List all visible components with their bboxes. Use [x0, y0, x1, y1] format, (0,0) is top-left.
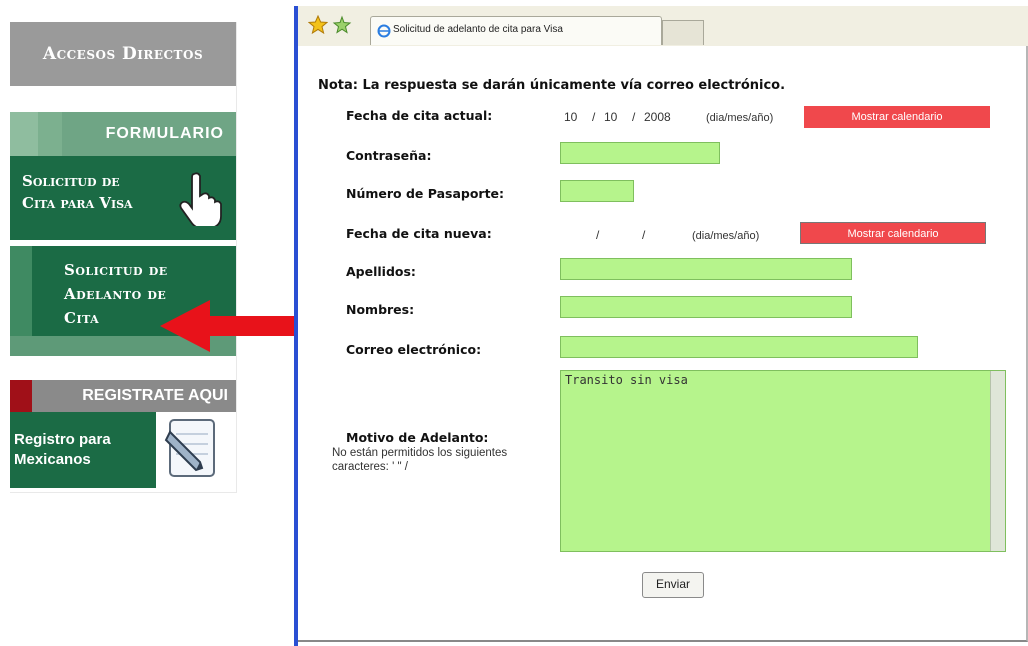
adelanto-line2: Adelanto de	[64, 285, 167, 303]
fecha-actual-sep2: /	[632, 110, 636, 124]
mostrar-calendario-nueva-button[interactable]: Mostrar calendario	[800, 222, 986, 244]
enviar-button[interactable]: Enviar	[642, 572, 704, 598]
registro-text: Registro para Mexicanos	[14, 430, 111, 470]
motivo-note: No están permitidos los siguientes carac…	[332, 447, 508, 473]
accesos-directos-title: Accesos Directos	[10, 22, 236, 86]
formulario-header: FORMULARIO	[10, 112, 236, 156]
header-stripe-2	[38, 112, 62, 156]
pasaporte-field[interactable]	[560, 180, 634, 202]
ie-page-icon	[377, 24, 391, 38]
contrasena-label: Contraseña:	[346, 148, 432, 163]
correo-label: Correo electrónico:	[346, 342, 482, 357]
solicitud-cita-visa-button[interactable]: Solicitud de Cita para Visa	[10, 156, 236, 240]
fecha-actual-sep1: /	[592, 110, 596, 124]
new-tab-button[interactable]	[662, 20, 704, 45]
fecha-actual-format: (dia/mes/año)	[706, 112, 774, 124]
formulario-visa-link[interactable]: FORMULARIO Solicitud de Cita para Visa	[10, 112, 236, 240]
fecha-actual-day[interactable]: 10	[564, 110, 577, 124]
solicitud-cita-line2: Cita para Visa	[22, 194, 133, 212]
apellidos-label: Apellidos:	[346, 264, 416, 279]
registrate-red-mark	[10, 380, 32, 412]
header-stripe	[10, 112, 38, 156]
correo-field[interactable]	[560, 336, 918, 358]
fecha-nueva-sep1: /	[596, 228, 600, 242]
registro-mexicanos-button[interactable]: Registro para Mexicanos	[10, 412, 156, 488]
tab-solicitud-adelanto[interactable]: Solicitud de adelanto de cita para Visa	[370, 16, 662, 45]
add-favorites-icon[interactable]	[332, 15, 352, 35]
fecha-nueva-format: (dia/mes/año)	[692, 230, 760, 242]
fecha-actual-year[interactable]: 2008	[644, 110, 671, 124]
nombres-label: Nombres:	[346, 302, 415, 317]
registrate-block[interactable]: REGISTRATE AQUI Registro para Mexicanos	[10, 380, 236, 488]
nombres-field[interactable]	[560, 296, 852, 318]
registrate-header: REGISTRATE AQUI	[10, 380, 236, 412]
solicitud-cita-visa-text: Solicitud de Cita para Visa	[22, 170, 133, 214]
formulario-label: FORMULARIO	[105, 125, 224, 142]
adelanto-line1: Solicitud de	[64, 261, 168, 279]
motivo-value: Transito sin visa	[565, 373, 688, 387]
tab-title: Solicitud de adelanto de cita para Visa	[393, 24, 563, 35]
accesos-directos-panel: Accesos Directos FORMULARIO Solicitud de…	[10, 22, 237, 493]
pointing-hand-icon	[179, 172, 222, 226]
contrasena-field[interactable]	[560, 142, 720, 164]
notepad-pencil-icon	[164, 419, 215, 477]
mostrar-calendario-actual-button[interactable]: Mostrar calendario	[804, 106, 990, 128]
page-content: Nota: La respuesta se darán únicamente v…	[298, 46, 1028, 642]
fecha-nueva-sep2: /	[642, 228, 646, 242]
registro-line1: Registro para	[14, 431, 111, 448]
fecha-actual-month[interactable]: 10	[604, 110, 617, 124]
registrate-label: REGISTRATE AQUI	[82, 387, 228, 404]
apellidos-field[interactable]	[560, 258, 852, 280]
browser-window: Solicitud de adelanto de cita para Visa …	[294, 6, 1028, 646]
motivo-label: Motivo de Adelanto:	[346, 430, 489, 445]
motivo-textarea[interactable]: Transito sin visa	[560, 370, 1006, 552]
tab-bar: Solicitud de adelanto de cita para Visa	[298, 6, 1028, 47]
favorites-star-icon[interactable]	[308, 15, 328, 35]
adelanto-line3: Cita	[64, 309, 100, 327]
nota-text: Nota: La respuesta se darán únicamente v…	[318, 78, 786, 93]
fecha-nueva-label: Fecha de cita nueva:	[346, 226, 492, 241]
textarea-scrollbar[interactable]	[990, 371, 1005, 551]
fecha-actual-label: Fecha de cita actual:	[346, 108, 493, 123]
adelanto-text: Solicitud de Adelanto de Cita	[64, 258, 168, 330]
registro-line2: Mexicanos	[14, 451, 91, 468]
solicitud-cita-line1: Solicitud de	[22, 172, 120, 190]
pasaporte-label: Número de Pasaporte:	[346, 186, 505, 201]
